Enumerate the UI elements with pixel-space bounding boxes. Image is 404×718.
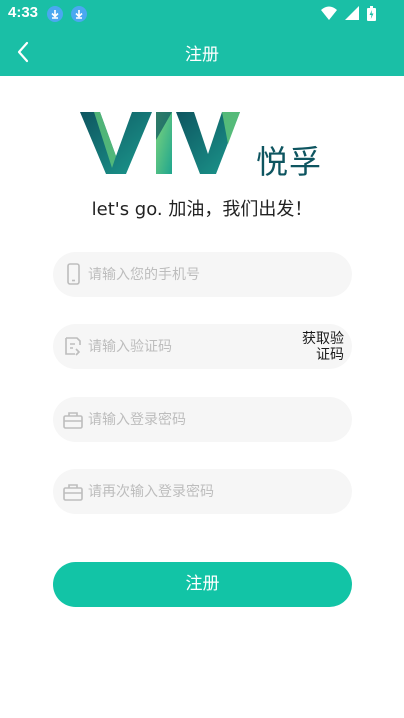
logo-text: 悦孚 [256,143,323,181]
confirm-password-input[interactable] [88,469,328,514]
password-input[interactable] [88,397,328,442]
system-icons [318,6,376,25]
verify-icon [65,337,81,356]
slogan: let's go. 加油，我们出发！ [91,199,313,220]
password-field[interactable] [53,397,352,442]
viv-logo-mark [80,112,240,174]
confirm-password-field[interactable] [53,469,352,514]
status-time: 4:33 [8,4,39,21]
battery-icon [367,6,376,21]
status-bar: 4:33 [0,0,404,28]
app-header: 注册 [0,28,404,76]
signal-icon [344,6,359,20]
get-code-button[interactable]: 获取验证码 [298,331,344,363]
wifi-icon [320,6,337,20]
page-title: 注册 [185,45,219,65]
phone-field[interactable] [53,252,352,297]
lock-icon [63,412,83,429]
phone-input[interactable] [88,252,328,297]
download-icon [71,6,87,22]
phone-icon [67,263,80,285]
lock-icon [63,484,83,501]
register-button[interactable]: 注册 [53,562,352,607]
download-icon [47,6,63,22]
verify-code-field[interactable]: 获取验证码 [53,324,352,369]
verify-code-input[interactable] [88,324,288,369]
